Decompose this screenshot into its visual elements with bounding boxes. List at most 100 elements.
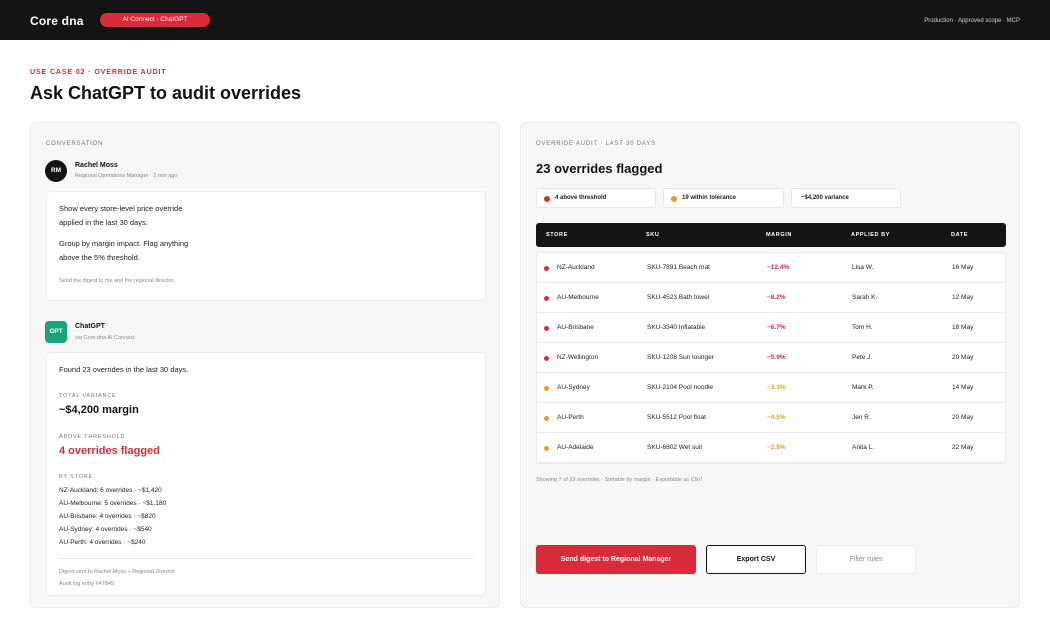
assistant-intro: Found 23 overrides in the last 30 days.	[59, 365, 189, 374]
table-row[interactable]: AU-Brisbane SKU-3340 Inflatable −6.7% Tom H…	[537, 313, 1005, 343]
status-dot-icon	[544, 386, 549, 391]
table-row[interactable]: AU-Melbourne SKU-4523 Bath towel −8.2% Sara…	[537, 283, 1005, 313]
column-header-margin[interactable]: MARGIN	[766, 232, 792, 238]
assistant-subtitle: via Core dna AI Connect	[75, 335, 135, 341]
total-variance-label: TOTAL VARIANCE	[59, 393, 117, 399]
status-dot-icon	[544, 196, 550, 202]
user-message-note: Send the digest to me and the regional d…	[59, 278, 175, 284]
cell-date: 20 May	[952, 354, 974, 361]
cell-date: 16 May	[952, 264, 974, 271]
export-csv-button[interactable]: Export CSV	[706, 545, 806, 574]
table-header: STORE SKU MARGIN APPLIED BY DATE	[536, 223, 1006, 247]
cell-sku: SKU-3340 Inflatable	[647, 324, 706, 331]
status-dot-icon	[544, 446, 549, 451]
user-message-line: Group by margin impact. Flag anything	[59, 239, 189, 248]
brand-logo[interactable]: Core dna	[30, 14, 84, 28]
cell-store: AU-Brisbane	[557, 324, 594, 331]
status-dot-icon	[544, 266, 549, 271]
user-name: Rachel Moss	[75, 162, 118, 169]
chip-label: 4 above threshold	[555, 195, 607, 201]
audit-panel: OVERRIDE AUDIT · LAST 30 DAYS 23 overrid…	[520, 122, 1020, 608]
cell-date: 12 May	[952, 294, 974, 301]
audit-title: 23 overrides flagged	[536, 161, 663, 176]
cell-store: AU-Sydney	[557, 384, 590, 391]
table-row[interactable]: AU-Sydney SKU-2104 Pool noodle −3.1% Mark P…	[537, 373, 1005, 403]
cell-applied-by: Jen R.	[852, 414, 871, 421]
table-row[interactable]: AU-Perth SKU-5512 Pool float −4.5% Jen R. 20…	[537, 403, 1005, 433]
cell-applied-by: Sarah K.	[852, 294, 878, 301]
table-row[interactable]: NZ-Wellington SKU-1208 Sun lounger −5.9% Pe…	[537, 343, 1005, 373]
user-subtitle: Regional Operations Manager · 2 min ago	[75, 173, 178, 179]
divider	[59, 558, 473, 559]
page-title: Ask ChatGPT to audit overrides	[30, 83, 302, 103]
cell-store: AU-Perth	[557, 414, 584, 421]
cell-sku: SKU-7891 Beach mat	[647, 264, 710, 271]
cell-sku: SKU-1208 Sun lounger	[647, 354, 714, 361]
cell-sku: SKU-6802 Wet suit	[647, 444, 703, 451]
column-header-store[interactable]: STORE	[546, 232, 568, 238]
use-case-eyebrow: USE CASE 02 · OVERRIDE AUDIT	[30, 69, 167, 76]
chatgpt-avatar: GPT	[45, 321, 67, 343]
store-summary-line: AU-Perth: 4 overrides · ~$240	[59, 539, 146, 546]
table-footnote: Showing 7 of 23 overrides · Sortable by …	[536, 477, 702, 483]
cell-margin: −2.8%	[767, 444, 786, 451]
chip-label: ~$4,200 variance	[801, 195, 849, 201]
column-header-date[interactable]: DATE	[951, 232, 968, 238]
cell-date: 18 May	[952, 324, 974, 331]
user-message: Show every store-level price override ap…	[46, 191, 486, 301]
conversation-label: CONVERSATION	[46, 141, 104, 147]
filter-rules-button[interactable]: Filter rules	[816, 545, 916, 574]
store-summary-line: AU-Brisbane: 4 overrides · ~$820	[59, 513, 156, 520]
cell-date: 14 May	[952, 384, 974, 391]
table-row[interactable]: AU-Adelaide SKU-6802 Wet suit −2.8% Anita L…	[537, 433, 1005, 463]
user-avatar: RM	[45, 160, 67, 182]
cell-sku: SKU-2104 Pool noodle	[647, 384, 714, 391]
user-message-line: above the 5% threshold.	[59, 253, 140, 262]
store-summary-line: AU-Sydney: 4 overrides · ~$540	[59, 526, 152, 533]
table-row[interactable]: NZ-Auckland SKU-7891 Beach mat −12.4% Lisa …	[537, 253, 1005, 283]
send-digest-button[interactable]: Send digest to Regional Manager	[536, 545, 696, 574]
user-message-line: applied in the last 30 days.	[59, 218, 148, 227]
store-summary-line: AU-Melbourne: 5 overrides · ~$1,180	[59, 500, 167, 507]
column-header-applied-by[interactable]: APPLIED BY	[851, 232, 890, 238]
user-message-line: Show every store-level price override	[59, 204, 183, 213]
cell-margin: −3.1%	[767, 384, 786, 391]
cell-store: NZ-Wellington	[557, 354, 599, 361]
chip-within-tolerance[interactable]: 19 within tolerance	[663, 188, 784, 208]
assistant-message: Found 23 overrides in the last 30 days. …	[46, 352, 486, 596]
total-variance-value: ~$4,200 margin	[59, 404, 139, 416]
above-threshold-value: 4 overrides flagged	[59, 445, 160, 457]
cell-applied-by: Anita L.	[852, 444, 875, 451]
store-summary-line: NZ-Auckland: 6 overrides · ~$1,420	[59, 487, 162, 494]
status-dot-icon	[544, 356, 549, 361]
by-store-label: BY STORE	[59, 474, 94, 480]
audit-log-note: Audit log entry #47845	[59, 581, 115, 587]
status-dot-icon	[671, 196, 677, 202]
chip-above-threshold[interactable]: 4 above threshold	[536, 188, 656, 208]
environment-meta: Production · Approved scope · MCP	[924, 18, 1020, 24]
status-dot-icon	[544, 326, 549, 331]
cell-margin: −5.9%	[767, 354, 786, 361]
cell-sku: SKU-5512 Pool float	[647, 414, 706, 421]
cell-applied-by: Pete J.	[852, 354, 873, 361]
digest-sent-note: Digest sent to Rachel Moss + Regional Di…	[59, 569, 175, 575]
conversation-panel: CONVERSATION RM Rachel Moss Regional Ope…	[30, 122, 500, 608]
integration-pill[interactable]: AI Connect · ChatGPT	[100, 13, 210, 27]
cell-store: AU-Melbourne	[557, 294, 599, 301]
column-header-sku[interactable]: SKU	[646, 232, 659, 238]
cell-date: 22 May	[952, 444, 974, 451]
cell-applied-by: Tom H.	[852, 324, 873, 331]
cell-margin: −8.2%	[767, 294, 786, 301]
cell-store: NZ-Auckland	[557, 264, 595, 271]
cell-sku: SKU-4523 Bath towel	[647, 294, 710, 301]
audit-label: OVERRIDE AUDIT · LAST 30 DAYS	[536, 141, 656, 147]
assistant-name: ChatGPT	[75, 323, 105, 330]
cell-applied-by: Lisa W.	[852, 264, 874, 271]
override-table: NZ-Auckland SKU-7891 Beach mat −12.4% Lisa …	[536, 252, 1006, 464]
above-threshold-label: ABOVE THRESHOLD	[59, 434, 126, 440]
cell-margin: −4.5%	[767, 414, 786, 421]
status-dot-icon	[544, 416, 549, 421]
cell-margin: −12.4%	[767, 264, 790, 271]
cell-applied-by: Mark P.	[852, 384, 874, 391]
chip-variance[interactable]: ~$4,200 variance	[791, 188, 901, 208]
